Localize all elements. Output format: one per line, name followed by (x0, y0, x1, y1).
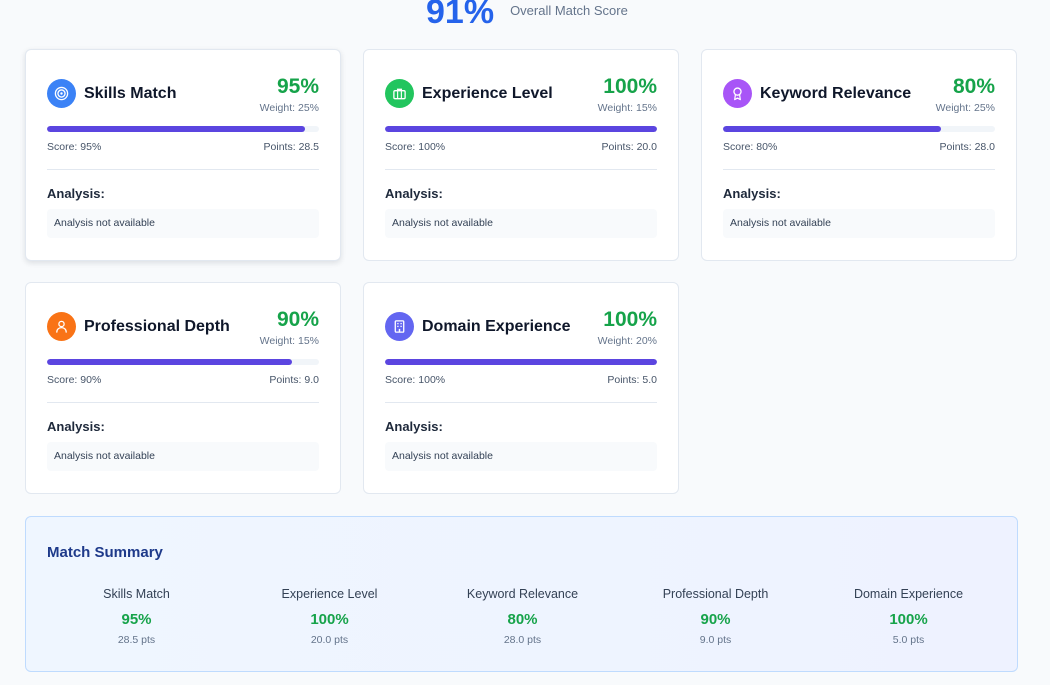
score-text: Score: 80% (723, 141, 778, 153)
points-text: Points: 28.0 (939, 141, 995, 153)
score-text: Score: 100% (385, 374, 446, 386)
analysis-text: Analysis not available (47, 442, 319, 471)
summary-item: Professional Depth 90% 9.0 pts (619, 587, 812, 646)
summary-item-points: 9.0 pts (699, 634, 732, 646)
divider (47, 169, 319, 170)
summary-item: Skills Match 95% 28.5 pts (40, 587, 233, 646)
card-weight: Weight: 15% (597, 102, 657, 114)
match-report-page: 91% Overall Match Score Skills Match 95%… (0, 0, 1050, 685)
card-weight: Weight: 25% (259, 102, 319, 114)
summary-item-score: 100% (889, 611, 928, 628)
summary-item: Domain Experience 100% 5.0 pts (812, 587, 1005, 646)
score-text: Score: 90% (47, 374, 102, 386)
score-card-domain-experience: Domain Experience 100% Weight: 20% Score… (363, 282, 679, 494)
card-score: 95% (276, 75, 319, 98)
summary-item-label: Skills Match (103, 587, 170, 601)
summary-item-score: 80% (507, 611, 538, 628)
card-title: Domain Experience (422, 318, 571, 335)
card-title: Keyword Relevance (760, 85, 912, 102)
summary-item-score: 100% (310, 611, 349, 628)
analysis-label: Analysis: (723, 186, 781, 201)
briefcase-icon (385, 79, 414, 108)
summary-title: Match Summary (47, 544, 163, 561)
target-icon (47, 79, 76, 108)
building-icon (385, 312, 414, 341)
summary-item: Keyword Relevance 80% 28.0 pts (426, 587, 619, 646)
divider (385, 169, 657, 170)
summary-item-label: Domain Experience (853, 587, 964, 601)
card-title: Professional Depth (84, 318, 230, 335)
score-card-professional-depth: Professional Depth 90% Weight: 15% Score… (25, 282, 341, 494)
card-weight: Weight: 20% (597, 335, 657, 347)
score-text: Score: 100% (385, 141, 446, 153)
analysis-label: Analysis: (385, 419, 443, 434)
overall-score-value: 91% (426, 0, 495, 31)
progress-fill (723, 126, 941, 132)
award-icon (723, 79, 752, 108)
progress-fill (47, 359, 292, 365)
progress-fill (385, 126, 657, 132)
analysis-label: Analysis: (385, 186, 443, 201)
summary-item: Experience Level 100% 20.0 pts (233, 587, 426, 646)
card-weight: Weight: 25% (935, 102, 995, 114)
card-score: 80% (952, 75, 995, 98)
divider (47, 402, 319, 403)
summary-item-label: Professional Depth (662, 587, 769, 601)
divider (385, 402, 657, 403)
analysis-text: Analysis not available (385, 209, 657, 238)
analysis-text: Analysis not available (47, 209, 319, 238)
card-score: 90% (276, 308, 319, 331)
progress-bar (47, 359, 319, 365)
points-text: Points: 28.5 (263, 141, 319, 153)
card-weight: Weight: 15% (259, 335, 319, 347)
progress-fill (47, 126, 306, 132)
score-card-experience-level: Experience Level 100% Weight: 15% Score:… (363, 49, 679, 261)
points-text: Points: 9.0 (269, 374, 319, 386)
summary-item-points: 5.0 pts (892, 634, 925, 646)
points-text: Points: 5.0 (607, 374, 657, 386)
overall-score: 91% Overall Match Score (426, 0, 628, 34)
user-icon (47, 312, 76, 341)
match-summary-panel: Match Summary Skills Match 95% 28.5 pts … (25, 516, 1018, 672)
summary-item-score: 90% (700, 611, 731, 628)
summary-item-points: 28.5 pts (117, 634, 156, 646)
progress-bar (723, 126, 995, 132)
score-text: Score: 95% (47, 141, 102, 153)
analysis-label: Analysis: (47, 419, 105, 434)
progress-bar (385, 126, 657, 132)
summary-item-label: Keyword Relevance (466, 587, 579, 601)
summary-item-score: 95% (121, 611, 152, 628)
progress-bar (385, 359, 657, 365)
score-card-keyword-relevance: Keyword Relevance 80% Weight: 25% Score:… (701, 49, 1017, 261)
divider (723, 169, 995, 170)
card-title: Skills Match (84, 85, 177, 102)
analysis-label: Analysis: (47, 186, 105, 201)
summary-item-label: Experience Level (281, 587, 378, 601)
card-title: Experience Level (422, 85, 553, 102)
overall-score-label: Overall Match Score (510, 3, 628, 18)
score-card-skills-match: Skills Match 95% Weight: 25% Score: 95% P… (25, 49, 341, 261)
progress-fill (385, 359, 657, 365)
summary-item-points: 28.0 pts (503, 634, 542, 646)
card-score: 100% (603, 75, 657, 98)
progress-bar (47, 126, 319, 132)
analysis-text: Analysis not available (385, 442, 657, 471)
analysis-text: Analysis not available (723, 209, 995, 238)
summary-item-points: 20.0 pts (310, 634, 349, 646)
card-score: 100% (603, 308, 657, 331)
points-text: Points: 20.0 (601, 141, 657, 153)
